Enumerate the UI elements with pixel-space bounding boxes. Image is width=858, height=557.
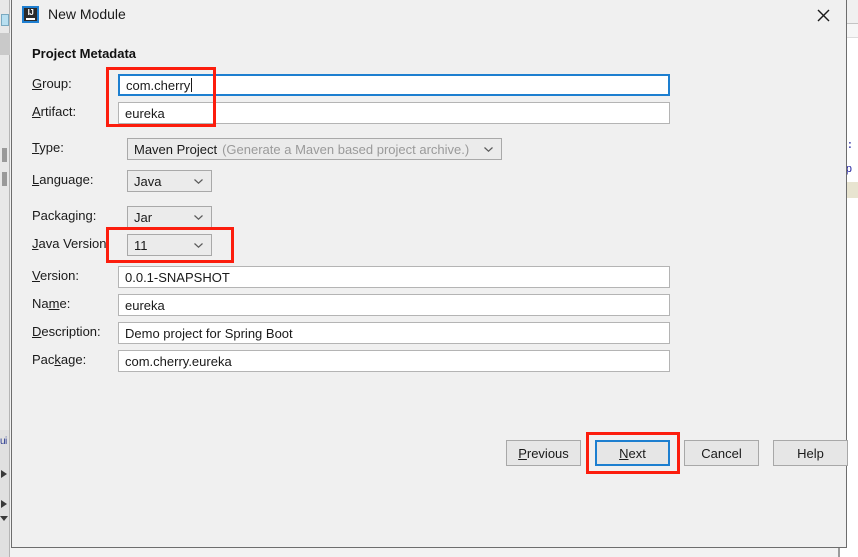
close-icon[interactable] — [800, 0, 846, 31]
package-label: Package: — [32, 352, 87, 367]
left-tool-marker-two — [2, 172, 7, 186]
java-version-combobox[interactable]: 11 — [127, 234, 212, 256]
chevron-down-icon — [194, 179, 203, 184]
next-button[interactable]: Next — [595, 440, 670, 466]
form-row-type: Type: Maven Project (Generate a Maven ba… — [12, 138, 846, 160]
package-input-value: com.cherry.eureka — [125, 353, 232, 369]
left-tool-button-structure[interactable] — [0, 33, 10, 55]
help-button[interactable]: Help — [773, 440, 848, 466]
description-input[interactable]: Demo project for Spring Boot — [118, 322, 670, 344]
form-row-group: Group: com.cherry — [12, 74, 846, 96]
form-row-artifact: Artifact: eureka — [12, 102, 846, 124]
packaging-combobox[interactable]: Jar — [127, 206, 212, 228]
play-arrow-icon[interactable] — [1, 470, 7, 478]
language-combobox-value: Java — [134, 173, 162, 189]
chevron-down-icon[interactable] — [0, 516, 8, 521]
group-input[interactable]: com.cherry — [118, 74, 670, 96]
artifact-input[interactable]: eureka — [118, 102, 670, 124]
form-row-version: Version: 0.0.1-SNAPSHOT — [12, 266, 846, 288]
cancel-button[interactable]: Cancel — [684, 440, 759, 466]
name-input[interactable]: eureka — [118, 294, 670, 316]
chevron-down-icon — [194, 215, 203, 220]
left-tool-button-project[interactable] — [1, 14, 9, 26]
type-combobox[interactable]: Maven Project (Generate a Maven based pr… — [127, 138, 502, 160]
left-tool-marker-one — [2, 148, 7, 162]
description-label: Description: — [32, 324, 101, 339]
description-input-value: Demo project for Spring Boot — [125, 325, 293, 341]
package-input[interactable]: com.cherry.eureka — [118, 350, 670, 372]
intellij-idea-icon: IJ — [22, 6, 39, 23]
artifact-label: Artifact: — [32, 104, 77, 119]
type-combobox-value: Maven Project — [134, 141, 218, 157]
packaging-combobox-value: Jar — [134, 209, 153, 225]
type-combobox-hint: (Generate a Maven based project archive.… — [222, 141, 470, 157]
version-input-value: 0.0.1-SNAPSHOT — [125, 269, 230, 285]
version-input[interactable]: 0.0.1-SNAPSHOT — [118, 266, 670, 288]
form-row-description: Description: Demo project for Spring Boo… — [12, 322, 846, 344]
dialog-title-bar: IJ New Module — [12, 0, 846, 31]
packaging-label: Packaging: — [32, 208, 97, 223]
left-bottom-panel — [0, 430, 10, 557]
project-metadata-form: Project Metadata Group: com.cherry Artif… — [12, 31, 848, 486]
run-arrow-icon[interactable] — [1, 500, 7, 508]
group-input-value: com.cherry — [126, 77, 191, 93]
language-label: Language: — [32, 172, 94, 187]
form-row-package: Package: com.cherry.eureka — [12, 350, 846, 372]
language-combobox[interactable]: Java — [127, 170, 212, 192]
group-label: Group: — [32, 76, 72, 91]
java-version-label: Java Version: — [32, 236, 111, 251]
artifact-input-value: eureka — [125, 105, 165, 121]
dialog-button-bar: Previous Next Cancel Help — [12, 424, 848, 486]
dialog-title: New Module — [48, 6, 126, 22]
form-row-language: Language: Java — [12, 170, 846, 192]
previous-button[interactable]: Previous — [506, 440, 581, 466]
type-label: Type: — [32, 140, 64, 155]
name-label: Name: — [32, 296, 71, 311]
form-row-java-version: Java Version: 11 — [12, 234, 846, 256]
app-icon-letters: IJ — [27, 8, 34, 17]
version-label: Version: — [32, 268, 79, 283]
form-row-packaging: Packaging: Jar — [12, 206, 846, 228]
java-version-combobox-value: 11 — [134, 237, 148, 253]
new-module-dialog: IJ New Module Project Metadata Group: co… — [11, 0, 848, 548]
background-left-label: ui — [0, 436, 7, 447]
chevron-down-icon — [194, 243, 203, 248]
form-row-name: Name: eureka — [12, 294, 846, 316]
text-caret — [191, 78, 193, 92]
app-icon-underline — [26, 18, 35, 20]
name-input-value: eureka — [125, 297, 165, 313]
page-title: Project Metadata — [32, 46, 137, 61]
chevron-down-icon — [484, 147, 493, 152]
